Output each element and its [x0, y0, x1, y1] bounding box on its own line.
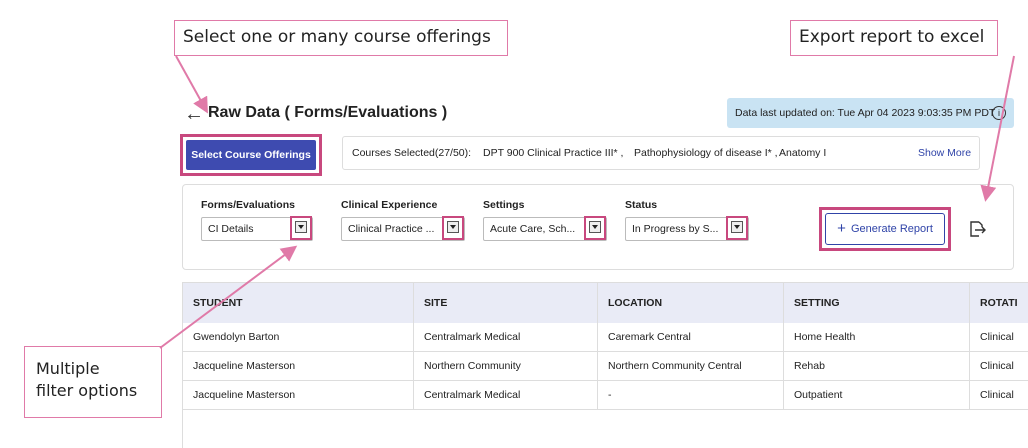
- dropdown-highlight: [726, 216, 748, 240]
- table-cell: Clinical: [969, 323, 1028, 351]
- filter-value: In Progress by S...: [632, 223, 719, 235]
- plus-icon: +: [837, 220, 846, 237]
- table-cell: Jacqueline Masterson: [193, 389, 296, 401]
- dropdown-highlight: [290, 216, 312, 240]
- app-window: ← Raw Data ( Forms/Evaluations ) Data la…: [172, 84, 1028, 448]
- filter-status: Status In Progress by S...: [625, 199, 749, 241]
- callout-export-report: Export report to excel: [790, 20, 998, 56]
- filter-label: Settings: [483, 199, 525, 211]
- page-header: ← Raw Data ( Forms/Evaluations ) Data la…: [172, 98, 1028, 134]
- filter-label: Clinical Experience: [341, 199, 438, 211]
- dropdown-highlight: [584, 216, 606, 240]
- last-updated-banner: Data last updated on: Tue Apr 04 2023 9:…: [727, 98, 1014, 128]
- select-course-offerings-button[interactable]: Select Course Offerings: [186, 140, 316, 170]
- table-cell: Caremark Central: [597, 323, 783, 351]
- generate-report-label: Generate Report: [850, 223, 933, 235]
- info-icon[interactable]: i: [992, 106, 1006, 120]
- table-cell: Northern Community Central: [597, 352, 783, 380]
- select-course-offerings-highlight: Select Course Offerings: [180, 134, 322, 176]
- course-chip: Anatomy I: [779, 147, 827, 159]
- generate-report-highlight: + Generate Report: [819, 207, 951, 251]
- dropdown-highlight: [442, 216, 464, 240]
- callout-filter-options: Multiple filter options: [24, 346, 162, 418]
- table-cell: Gwendolyn Barton: [193, 331, 280, 343]
- table-cell: Outpatient: [783, 381, 969, 409]
- filter-value: Acute Care, Sch...: [490, 223, 576, 235]
- callout-filter-line2: filter options: [36, 381, 138, 400]
- callout-select-courses: Select one or many course offerings: [174, 20, 508, 56]
- table-cell: -: [597, 381, 783, 409]
- table-cell: Centralmark Medical: [413, 323, 597, 351]
- filter-label: Status: [625, 199, 658, 211]
- course-chip: DPT 900 Clinical Practice III* ,: [483, 147, 624, 159]
- callout-filter-line1: Multiple: [36, 359, 100, 378]
- table-cell: Home Health: [783, 323, 969, 351]
- filter-label: Forms/Evaluations: [201, 199, 295, 211]
- table-cell: Jacqueline Masterson: [193, 360, 296, 372]
- filter-value: Clinical Practice ...: [348, 223, 435, 235]
- forms-evaluations-select[interactable]: CI Details: [201, 216, 313, 241]
- table-cell: Clinical: [969, 381, 1028, 409]
- column-header-site[interactable]: SITE: [413, 283, 597, 323]
- filter-forms-evaluations: Forms/Evaluations CI Details: [201, 199, 313, 241]
- arrow-left-icon[interactable]: ←: [184, 103, 208, 127]
- last-updated-text: Data last updated on: Tue Apr 04 2023 9:…: [735, 107, 996, 119]
- raw-data-table: STUDENT SITE LOCATION SETTING ROTATI Gwe…: [182, 282, 1028, 448]
- table-row[interactable]: Gwendolyn Barton Centralmark Medical Car…: [183, 323, 1028, 352]
- filter-panel: Forms/Evaluations CI Details Clinical Ex…: [182, 184, 1014, 270]
- column-header-rotation[interactable]: ROTATI: [969, 283, 1028, 323]
- courses-selected-label: Courses Selected(27/50):: [352, 147, 472, 159]
- filter-clinical-experience: Clinical Experience Clinical Practice ..…: [341, 199, 465, 241]
- table-header: STUDENT SITE LOCATION SETTING ROTATI: [183, 283, 1028, 323]
- table-cell: Rehab: [783, 352, 969, 380]
- filter-value: CI Details: [208, 223, 254, 235]
- column-header-location[interactable]: LOCATION: [597, 283, 783, 323]
- column-header-setting[interactable]: SETTING: [783, 283, 969, 323]
- settings-select[interactable]: Acute Care, Sch...: [483, 216, 607, 241]
- generate-report-button[interactable]: + Generate Report: [825, 213, 945, 245]
- chevron-down-icon[interactable]: [447, 221, 459, 233]
- filter-settings: Settings Acute Care, Sch...: [483, 199, 607, 241]
- chevron-down-icon[interactable]: [731, 221, 743, 233]
- courses-selected-bar: Courses Selected(27/50): DPT 900 Clinica…: [342, 136, 980, 170]
- table-cell: Centralmark Medical: [413, 381, 597, 409]
- clinical-experience-select[interactable]: Clinical Practice ...: [341, 216, 465, 241]
- page-title: Raw Data ( Forms/Evaluations ): [208, 104, 448, 121]
- chevron-down-icon[interactable]: [295, 221, 307, 233]
- export-icon[interactable]: [967, 219, 987, 239]
- chevron-down-icon[interactable]: [589, 221, 601, 233]
- status-select[interactable]: In Progress by S...: [625, 216, 749, 241]
- table-row[interactable]: Jacqueline Masterson Northern Community …: [183, 352, 1028, 381]
- table-cell: Clinical: [969, 352, 1028, 380]
- table-cell: Northern Community: [413, 352, 597, 380]
- table-row[interactable]: Jacqueline Masterson Centralmark Medical…: [183, 381, 1028, 410]
- show-more-link[interactable]: Show More: [918, 137, 971, 169]
- column-header-student[interactable]: STUDENT: [183, 283, 413, 323]
- course-chip: Pathophysiology of disease I* ,: [634, 147, 778, 159]
